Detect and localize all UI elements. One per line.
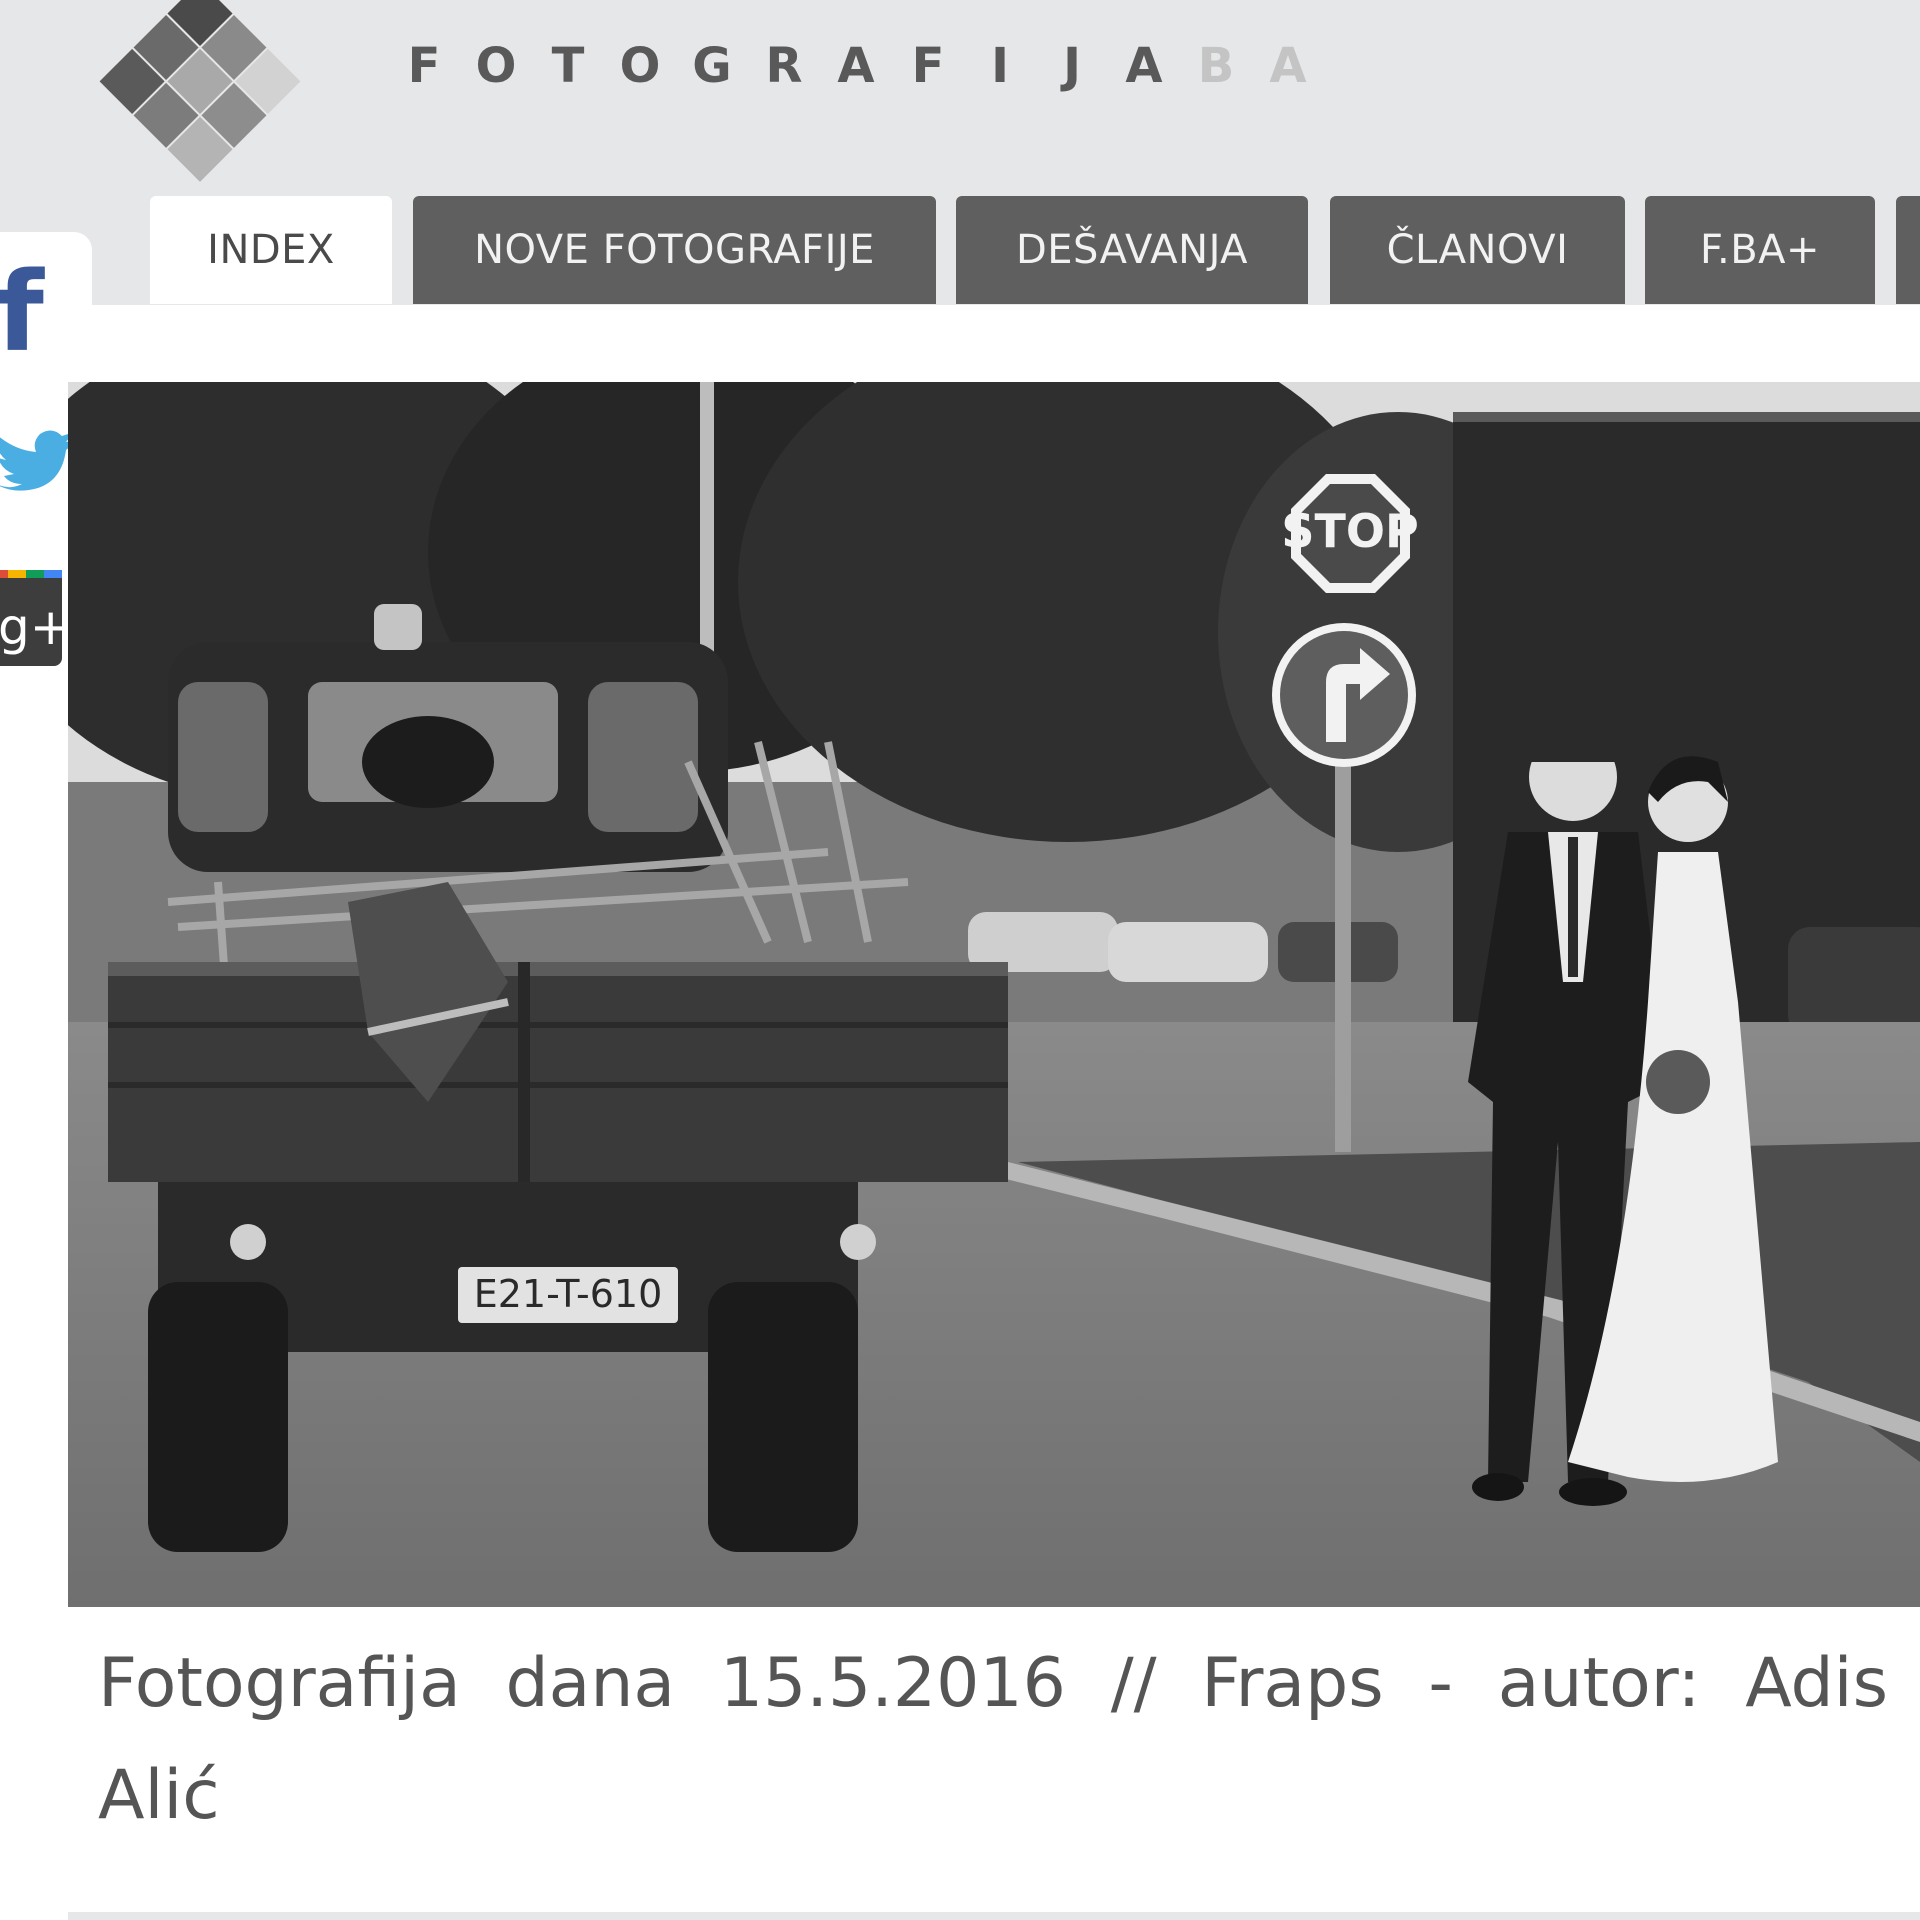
logo-letter: F: [911, 38, 945, 94]
photo-image: STOP E21-T-610: [68, 382, 1920, 1607]
divider: [68, 1912, 1920, 1920]
tab-desavanja[interactable]: DEŠAVANJA: [956, 196, 1308, 304]
tab-nove-fotografije[interactable]: NOVE FOTOGRAFIJE: [413, 196, 936, 304]
logo-letter: R: [765, 38, 803, 94]
site-logo-text[interactable]: FOTOGRAFIJABA: [388, 36, 1324, 96]
facebook-share-button[interactable]: f: [0, 232, 92, 382]
tab-more[interactable]: [1896, 196, 1920, 304]
logo-letter: A: [837, 38, 875, 94]
photo-caption: Fotografija dana 15.5.2016 // Fraps - au…: [98, 1644, 1888, 1835]
logo-mark-icon[interactable]: [0, 0, 360, 200]
logo-letter: A: [1269, 38, 1307, 94]
photo-of-the-day[interactable]: STOP E21-T-610: [68, 382, 1920, 1607]
tab-fba-plus[interactable]: F.BA+: [1645, 196, 1875, 304]
logo-letter: O: [475, 38, 517, 94]
svg-text:E21-T-610: E21-T-610: [474, 1272, 663, 1316]
logo-letter: O: [619, 38, 661, 94]
logo-letter: J: [1063, 38, 1081, 94]
svg-text:STOP: STOP: [1281, 504, 1418, 558]
logo-letter: I: [991, 38, 1009, 94]
facebook-icon: f: [0, 248, 45, 376]
logo-letter: T: [551, 38, 585, 94]
tab-index[interactable]: INDEX: [150, 196, 392, 304]
svg-text:g+: g+: [0, 598, 72, 656]
logo-letter: F: [407, 38, 441, 94]
tab-clanovi[interactable]: ČLANOVI: [1330, 196, 1625, 304]
logo-letter: G: [692, 38, 732, 94]
logo-letter: A: [1125, 38, 1163, 94]
logo-letter: B: [1197, 38, 1235, 94]
svg-text:f: f: [0, 248, 45, 376]
